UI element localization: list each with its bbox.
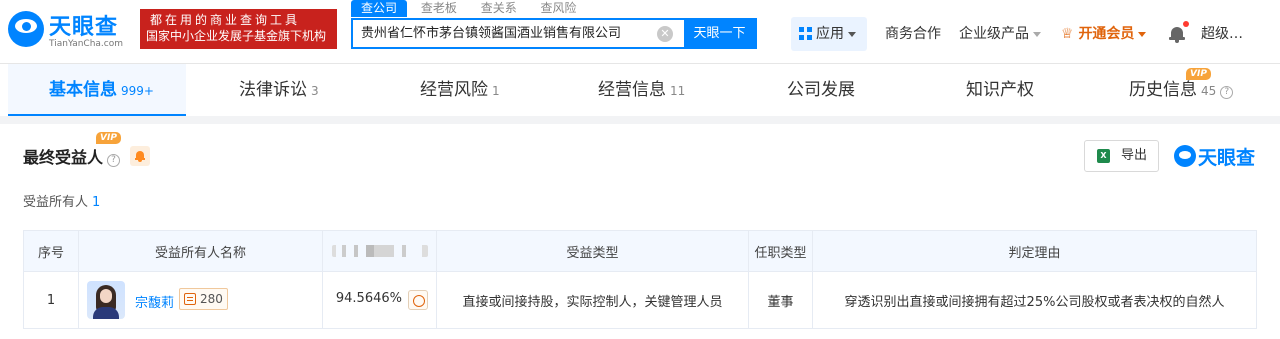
bell-icon[interactable] — [1169, 21, 1189, 43]
beneficiary-panel: VIP 最终受益人? X 导出 天眼查 受益所有人 1 序号 受益所有人名称 受益类… — [0, 124, 1280, 339]
subscribe-bell-icon[interactable] — [130, 146, 150, 166]
tab-label: 经营风险 — [420, 80, 488, 100]
row-reason: 穿透识别出直接或间接拥有超过25%公司股权或者表决权的自然人 — [812, 271, 1257, 329]
beneficiary-count: 受益所有人 1 — [23, 191, 100, 210]
search-clear-icon[interactable]: ✕ — [657, 26, 673, 42]
beneficiary-table: 序号 受益所有人名称 受益类型 任职类型 判定理由 1 宗馥莉 280 94.5… — [23, 230, 1257, 329]
tab-label: 基本信息 — [49, 80, 117, 100]
top-header: 天眼查 TianYanCha.com 都在用的商业查询工具 国家中小企业发展子基… — [0, 0, 1280, 64]
row-percent: 94.5646% — [335, 291, 402, 306]
section-title: 最终受益人? — [23, 144, 121, 168]
tab-ip[interactable]: 知识产权 — [966, 64, 1034, 116]
help-icon[interactable]: ? — [107, 154, 121, 167]
chevron-down-icon — [1033, 31, 1041, 37]
avatar[interactable] — [87, 281, 125, 319]
search-tab-company[interactable]: 查公司 — [351, 0, 408, 17]
row-position-type: 董事 — [748, 271, 813, 329]
excel-icon: X — [1097, 149, 1110, 163]
related-companies-count: 280 — [200, 292, 223, 306]
crown-icon: ♕ — [1061, 26, 1074, 42]
tab-count: 45 — [1201, 84, 1217, 98]
eye-logo-icon — [1174, 145, 1196, 167]
nav-app-label: 应用 — [816, 26, 844, 42]
table-row: 1 宗馥莉 280 94.5646% 直接或间接持股，实际控制人，关键管理人员 … — [23, 271, 1257, 329]
tab-count: 999+ — [121, 84, 154, 98]
col-benefit-type: 受益类型 — [436, 230, 749, 272]
row-percent-cell: 94.5646% — [322, 271, 437, 329]
promo-banner[interactable]: 都在用的商业查询工具 国家中小企业发展子基金旗下机构 — [140, 9, 337, 49]
nav-vip-label: 开通会员 — [1078, 26, 1135, 42]
search-tab-boss[interactable]: 查老板 — [411, 0, 467, 17]
related-companies-badge[interactable]: 280 — [179, 288, 228, 310]
nav-enterprise-label: 企业级产品 — [959, 26, 1029, 42]
search-tabs: 查公司 查老板 查关系 查风险 — [351, 0, 757, 17]
row-index: 1 — [23, 271, 79, 329]
tab-label: 法律诉讼 — [239, 80, 307, 100]
person-name-link[interactable]: 宗馥莉 — [135, 292, 174, 311]
logo-domain: TianYanCha.com — [49, 39, 124, 49]
tab-history[interactable]: 历史信息 45? — [1129, 64, 1234, 116]
nav-vip[interactable]: ♕ 开通会员 — [1061, 17, 1147, 51]
document-icon — [184, 293, 196, 305]
equity-chart-icon[interactable] — [408, 290, 428, 310]
tab-label: 历史信息 — [1129, 80, 1197, 100]
promo-line-2: 国家中小企业发展子基金旗下机构 — [146, 29, 327, 43]
tab-count: 1 — [492, 84, 500, 98]
beneficiary-count-label: 受益所有人 — [23, 195, 89, 210]
search-area: 查公司 查老板 查关系 查风险 贵州省仁怀市茅台镇领酱国酒业销售有限公司 ✕ 天… — [351, 0, 757, 50]
tianyancha-logo[interactable]: 天眼查 TianYanCha.com — [8, 9, 136, 53]
section-title-text: 最终受益人 — [23, 148, 104, 167]
search-button[interactable]: 天眼一下 — [684, 20, 755, 47]
logo-text: 天眼查 — [49, 15, 119, 40]
nav-user[interactable]: 超级… — [1201, 17, 1243, 51]
help-icon: ? — [1220, 86, 1234, 99]
search-tab-risk[interactable]: 查风险 — [531, 0, 587, 17]
table-header-row: 序号 受益所有人名称 受益类型 任职类型 判定理由 — [23, 230, 1257, 272]
tab-label: 知识产权 — [966, 80, 1034, 100]
app-grid-icon — [799, 27, 812, 40]
col-percent — [322, 230, 437, 272]
vip-badge: VIP — [1186, 68, 1211, 80]
tab-risk[interactable]: 经营风险 1 — [420, 64, 500, 116]
tab-label: 经营信息 — [598, 80, 666, 100]
row-name-cell: 宗馥莉 280 — [78, 271, 323, 329]
col-name: 受益所有人名称 — [78, 230, 323, 272]
search-box: 贵州省仁怀市茅台镇领酱国酒业销售有限公司 ✕ 天眼一下 — [351, 18, 757, 49]
col-index: 序号 — [23, 230, 79, 272]
export-label: 导出 — [1121, 148, 1148, 163]
eye-logo-icon — [8, 11, 44, 47]
tab-count: 11 — [670, 84, 686, 98]
col-position-type: 任职类型 — [748, 230, 813, 272]
chevron-down-icon — [848, 31, 856, 37]
tab-count: 3 — [311, 84, 319, 98]
tab-operation[interactable]: 经营信息 11 — [598, 64, 685, 116]
company-tabs: 基本信息 999+ 法律诉讼 3 经营风险 1 经营信息 11 公司发展 知识产权 历史… — [0, 64, 1280, 116]
notification-dot — [1183, 21, 1189, 27]
brand-text: 天眼查 — [1198, 147, 1256, 169]
search-tab-relation[interactable]: 查关系 — [471, 0, 527, 17]
tab-basic-info[interactable]: 基本信息 999+ — [8, 64, 186, 116]
export-button[interactable]: X 导出 — [1084, 140, 1159, 172]
blurred-header — [331, 245, 428, 257]
tab-label: 公司发展 — [787, 80, 855, 100]
beneficiary-count-value: 1 — [92, 195, 101, 210]
tab-development[interactable]: 公司发展 — [787, 64, 855, 116]
promo-line-1: 都在用的商业查询工具 — [150, 13, 301, 27]
nav-business[interactable]: 商务合作 — [885, 17, 941, 51]
nav-enterprise[interactable]: 企业级产品 — [959, 17, 1041, 51]
nav-app-menu[interactable]: 应用 — [791, 17, 867, 51]
col-reason: 判定理由 — [812, 230, 1257, 272]
vip-badge: VIP — [96, 132, 121, 144]
chevron-down-icon — [1138, 31, 1147, 37]
search-input[interactable]: 贵州省仁怀市茅台镇领酱国酒业销售有限公司 — [361, 20, 651, 47]
row-benefit-type: 直接或间接持股，实际控制人，关键管理人员 — [436, 271, 749, 329]
tab-legal[interactable]: 法律诉讼 3 — [239, 64, 319, 116]
